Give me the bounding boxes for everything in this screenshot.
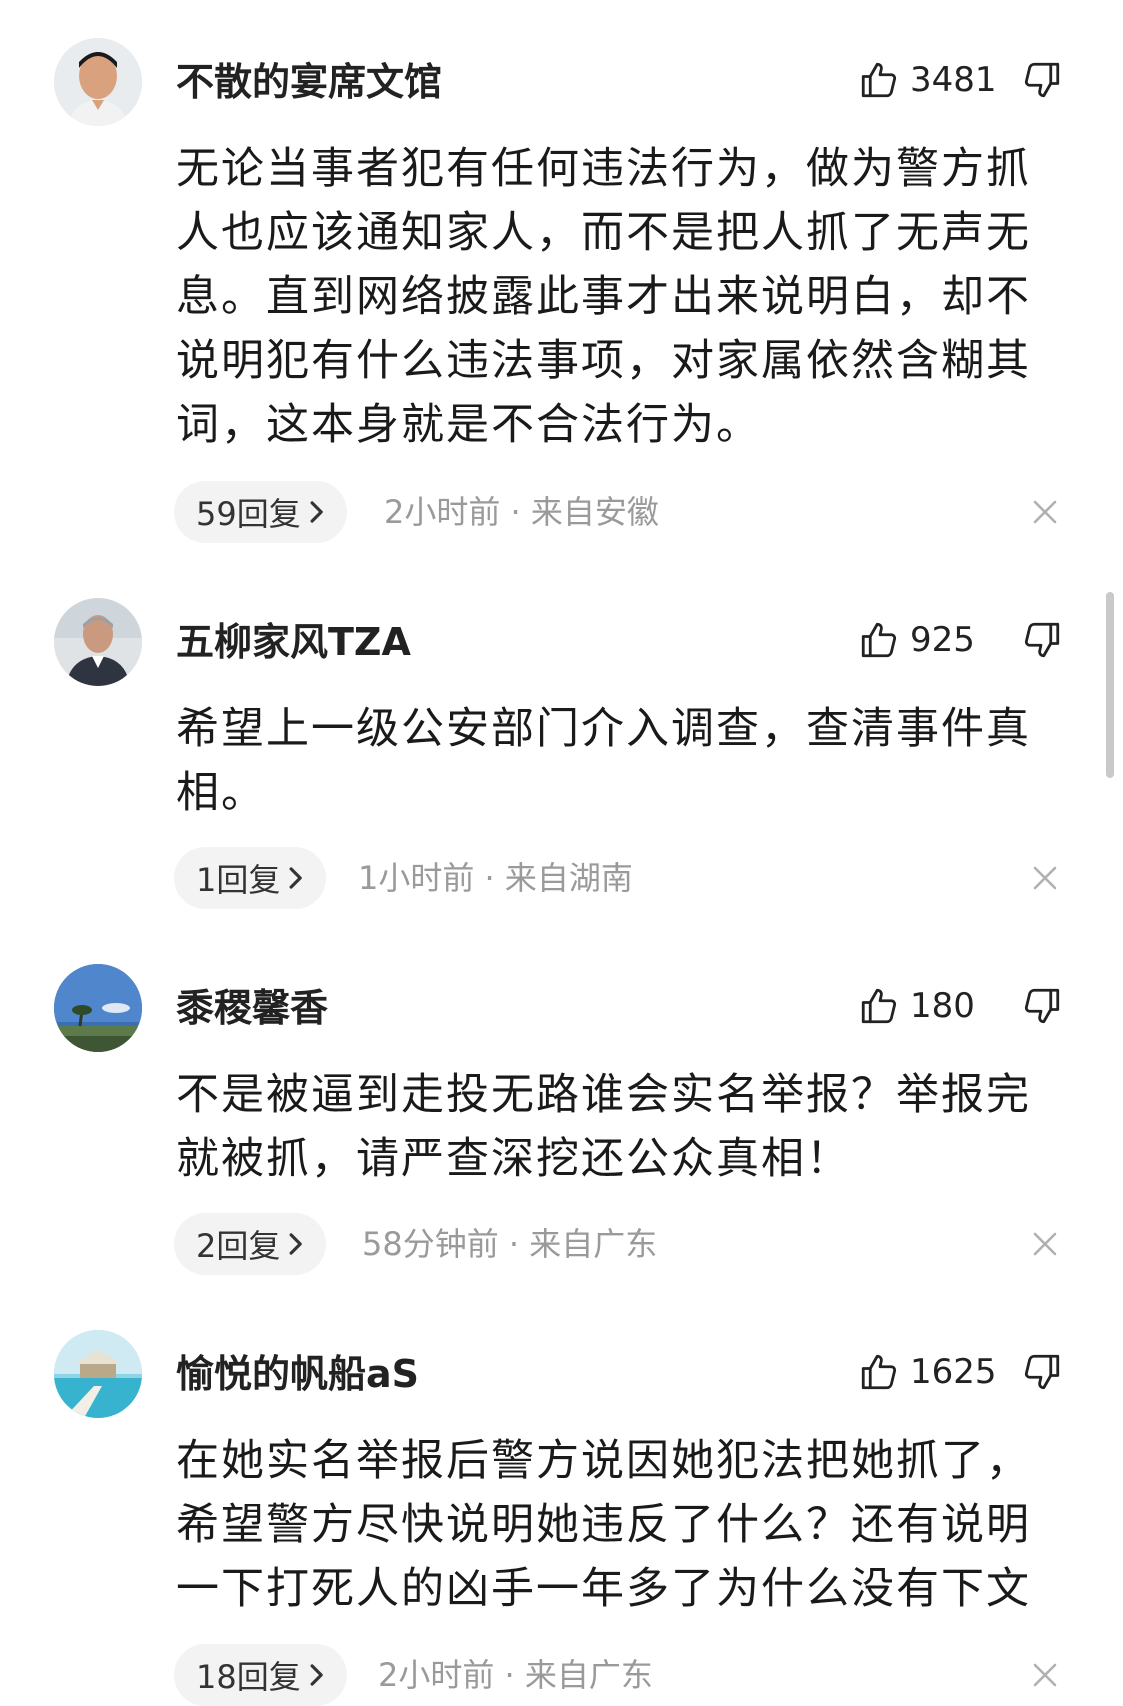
thumbs-up-icon xyxy=(858,59,900,101)
thumbs-down-icon xyxy=(1021,619,1063,661)
dislike-button[interactable] xyxy=(1020,982,1064,1030)
thumbs-up-icon xyxy=(858,1351,900,1393)
thumbs-up-icon xyxy=(858,619,900,661)
chevron-right-icon xyxy=(307,499,325,525)
thumbs-down-icon xyxy=(1021,985,1063,1027)
avatar[interactable] xyxy=(54,598,142,686)
close-icon xyxy=(1030,1229,1060,1259)
thumbs-down-icon xyxy=(1021,1351,1063,1393)
dismiss-button[interactable] xyxy=(1030,1229,1060,1259)
reply-count: 18回复 xyxy=(196,1658,301,1696)
reply-button[interactable]: 1回复 xyxy=(174,847,327,909)
thumbs-down-icon xyxy=(1021,59,1063,101)
reply-count: 2回复 xyxy=(196,1227,281,1265)
chevron-right-icon xyxy=(307,1662,325,1688)
like-button[interactable]: 3481 xyxy=(858,56,997,104)
comment-feed: 不散的宴席文馆 3481 无论当事者犯有任何违法行为，做为警方抓人也应该通知家人… xyxy=(0,0,1123,1706)
username[interactable]: 愉悦的帆船aS xyxy=(176,1350,419,1398)
scrollbar[interactable] xyxy=(1106,592,1114,778)
dismiss-button[interactable] xyxy=(1030,863,1060,893)
like-count: 925 xyxy=(910,620,975,660)
dismiss-button[interactable] xyxy=(1030,497,1060,527)
avatar[interactable] xyxy=(54,964,142,1052)
dislike-button[interactable] xyxy=(1020,616,1064,664)
username[interactable]: 五柳家风TZA xyxy=(176,618,411,666)
comment-meta: 58分钟前 · 来自广东 xyxy=(362,1225,658,1263)
reply-button[interactable]: 18回复 xyxy=(174,1644,347,1706)
close-icon xyxy=(1030,1660,1060,1690)
comment-text: 不是被逼到走投无路谁会实名举报？举报完就被抓，请严查深挖还公众真相！ xyxy=(176,1070,1031,1184)
reply-button[interactable]: 2回复 xyxy=(174,1213,327,1275)
avatar[interactable] xyxy=(54,1330,142,1418)
like-count: 180 xyxy=(910,986,975,1026)
thumbs-up-icon xyxy=(858,985,900,1027)
dismiss-button[interactable] xyxy=(1030,1660,1060,1690)
reply-count: 1回复 xyxy=(196,861,281,899)
like-button[interactable]: 1625 xyxy=(858,1348,997,1396)
dislike-button[interactable] xyxy=(1020,1348,1064,1396)
avatar[interactable] xyxy=(54,38,142,126)
username[interactable]: 黍稷馨香 xyxy=(176,984,328,1032)
username[interactable]: 不散的宴席文馆 xyxy=(176,58,442,106)
close-icon xyxy=(1030,497,1060,527)
comment-meta: 2小时前 · 来自安徽 xyxy=(384,493,659,531)
reply-count: 59回复 xyxy=(196,495,301,533)
comment-text: 无论当事者犯有任何违法行为，做为警方抓人也应该通知家人，而不是把人抓了无声无息。… xyxy=(176,144,1031,450)
comment-text: 在她实名举报后警方说因她犯法把她抓了，希望警方尽快说明她违反了什么？还有说明一下… xyxy=(176,1436,1031,1614)
like-count: 3481 xyxy=(910,60,997,100)
like-count: 1625 xyxy=(910,1352,997,1392)
like-button[interactable]: 180 xyxy=(858,982,975,1030)
chevron-right-icon xyxy=(286,865,304,891)
like-button[interactable]: 925 xyxy=(858,616,975,664)
comment-meta: 1小时前 · 来自湖南 xyxy=(358,859,633,897)
chevron-right-icon xyxy=(286,1231,304,1257)
dislike-button[interactable] xyxy=(1020,56,1064,104)
comment-meta: 2小时前 · 来自广东 xyxy=(378,1656,653,1694)
reply-button[interactable]: 59回复 xyxy=(174,481,347,543)
comment-text: 希望上一级公安部门介入调查，查清事件真相。 xyxy=(176,704,1031,818)
close-icon xyxy=(1030,863,1060,893)
